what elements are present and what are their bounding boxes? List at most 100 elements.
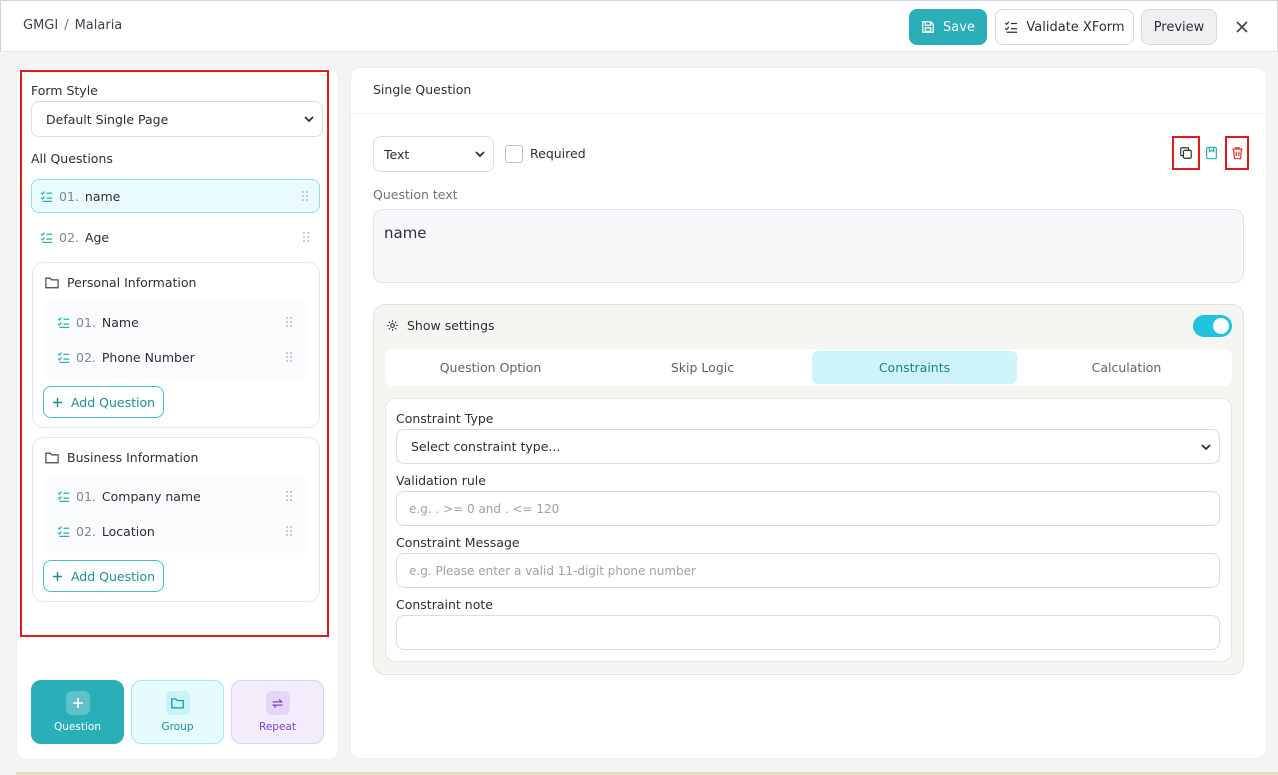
breadcrumb-project[interactable]: Malaria [75,18,123,33]
delete-button[interactable] [1226,142,1248,164]
tile-label: Group [161,721,194,733]
group-title[interactable]: Business Information [45,450,198,465]
checklist-icon [57,490,70,502]
chevron-down-icon [1201,443,1211,450]
question-label: Company name [101,488,201,504]
validation-rule-input[interactable]: e.g. . >= 0 and . <= 120 [396,491,1220,526]
question-number: 01. [76,314,96,330]
validate-xform-button[interactable]: Validate XForm [995,9,1134,45]
drag-handle-icon[interactable] [285,316,293,328]
question-number: 02. [59,229,79,245]
save-icon [922,21,934,33]
tab-skip-logic[interactable]: Skip Logic [600,351,805,384]
add-question-tile[interactable]: Question [31,680,124,744]
group-card: Personal Information 01. Name 02. Phone … [32,262,320,428]
constraint-note-label: Constraint note [396,597,493,612]
tab-calculation[interactable]: Calculation [1024,351,1229,384]
question-label: Phone Number [101,349,195,365]
question-label: name [84,188,121,204]
all-questions-label: All Questions [31,151,113,166]
folder-icon [45,277,59,289]
constraint-type-label: Constraint Type [396,411,494,426]
constraint-type-select[interactable]: Select constraint type... [396,429,1220,464]
drag-handle-icon[interactable] [285,525,293,537]
drag-handle-icon[interactable] [302,231,310,243]
gear-icon [387,320,398,331]
drag-handle-icon[interactable] [285,351,293,363]
required-label: Required [530,146,586,161]
form-style-select[interactable]: Default Single Page [31,101,323,137]
breadcrumb-org[interactable]: GMGI [23,18,58,33]
save-question-button[interactable] [1200,142,1222,164]
validation-rule-placeholder: e.g. . >= 0 and . <= 120 [409,501,560,516]
required-checkbox[interactable] [505,145,523,163]
constraint-message-placeholder: e.g. Please enter a valid 11-digit phone… [409,563,696,578]
question-type-value: Text [384,146,410,162]
group-card: Business Information 01. Company name 02… [32,437,320,602]
copy-icon [1180,147,1192,159]
question-item[interactable]: 01. name [31,179,320,213]
close-icon [1236,21,1248,33]
bookmark-save-icon [1205,146,1217,160]
question-number: 01. [59,188,79,204]
show-settings-label: Show settings [407,318,495,333]
tile-label: Question [54,721,101,733]
validate-label: Validate XForm [1026,19,1125,35]
chevron-down-icon [304,116,314,123]
add-group-tile[interactable]: Group [131,680,224,744]
question-type-select[interactable]: Text [373,136,494,172]
group-title[interactable]: Personal Information [45,275,196,290]
top-bar: GMGI / Malaria Save Validate XForm Preview [0,0,1278,52]
settings-tabs: Question Option Skip Logic Constraints C… [385,349,1232,386]
add-repeat-tile[interactable]: Repeat [231,680,324,744]
checklist-icon [57,351,70,363]
folder-icon [165,691,190,715]
tab-constraints[interactable]: Constraints [812,351,1017,384]
constraint-note-input[interactable] [396,615,1220,650]
plus-icon [65,691,90,715]
list-item[interactable]: 01. Name [57,306,303,338]
checklist-icon [1005,21,1018,33]
preview-button[interactable]: Preview [1141,9,1217,45]
question-label: Age [84,229,110,245]
question-item[interactable]: 02. Age [31,220,320,254]
group-title-label: Business Information [67,450,199,465]
question-number: 02. [76,523,96,539]
save-button[interactable]: Save [909,9,987,45]
repeat-icon [265,691,290,715]
constraint-message-input[interactable]: e.g. Please enter a valid 11-digit phone… [396,553,1220,588]
tab-question-option[interactable]: Question Option [388,351,593,384]
plus-icon [52,397,63,407]
validation-rule-label: Validation rule [396,473,486,488]
preview-label: Preview [1153,19,1205,35]
constraint-message-label: Constraint Message [396,535,520,550]
add-question-button[interactable]: Add Question [43,560,164,592]
list-item[interactable]: 01. Company name [57,480,303,512]
drag-handle-icon[interactable] [301,190,309,202]
checklist-icon [40,190,53,202]
form-style-label: Form Style [31,83,98,98]
chevron-down-icon [475,151,485,158]
folder-icon [45,452,59,464]
add-question-button[interactable]: Add Question [43,386,164,418]
drag-handle-icon[interactable] [285,490,293,502]
show-settings-toggle[interactable] [1193,315,1232,337]
question-text-label: Question text [373,187,458,202]
copy-button[interactable] [1175,142,1197,164]
editor-header [350,67,1267,114]
group-question-list: 01. Company name 02. Location [45,477,307,553]
toggle-knob [1213,318,1229,334]
list-item[interactable]: 02. Phone Number [57,341,303,373]
question-label: Name [101,314,139,330]
question-number: 01. [76,488,96,504]
breadcrumb-separator: / [64,18,69,33]
add-question-label: Add Question [70,394,156,410]
show-settings-row: Show settings [386,318,495,333]
list-item[interactable]: 02. Location [57,515,303,547]
close-button[interactable] [1231,16,1253,38]
question-text-value: name [384,224,427,242]
question-text-input[interactable]: name [373,209,1244,283]
group-question-list: 01. Name 02. Phone Number [45,302,307,378]
form-style-value: Default Single Page [46,111,169,127]
save-label: Save [943,19,975,35]
